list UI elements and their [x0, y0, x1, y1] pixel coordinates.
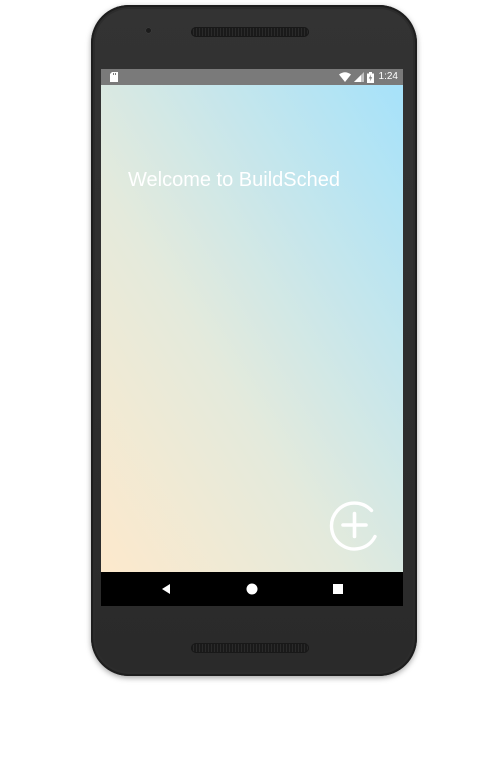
add-circle-icon[interactable] [325, 497, 381, 553]
app-screen: Welcome to BuildSched [101, 85, 403, 572]
status-icons: 1:24 [338, 69, 398, 85]
back-icon[interactable] [159, 581, 175, 597]
navigation-bar [101, 572, 403, 606]
battery-charging-icon [366, 71, 374, 83]
welcome-text: Welcome to BuildSched [128, 169, 340, 191]
front-camera [145, 27, 152, 34]
earpiece-speaker [191, 27, 309, 37]
cellular-signal-icon [353, 72, 364, 82]
recents-icon[interactable] [330, 581, 346, 597]
sd-card-icon [110, 72, 118, 82]
bottom-speaker [191, 643, 309, 653]
home-icon[interactable] [244, 581, 260, 597]
status-bar: 1:24 [101, 69, 403, 85]
wifi-icon [338, 72, 351, 82]
status-time: 1:24 [378, 71, 398, 82]
